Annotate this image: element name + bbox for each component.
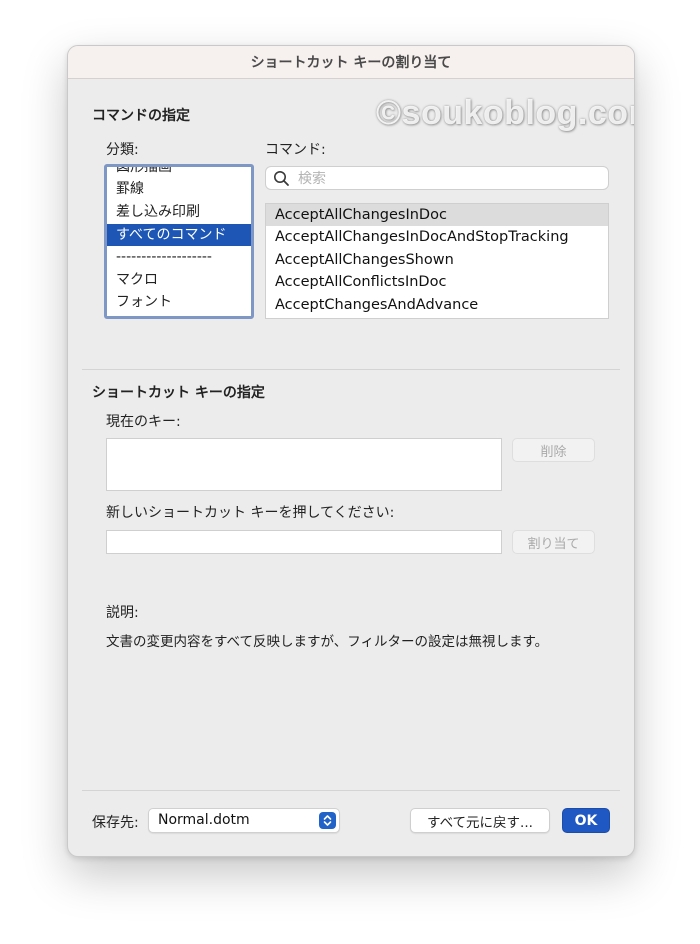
category-item-all-commands[interactable]: すべてのコマンド [107,224,251,246]
category-item-borders[interactable]: 罫線 [107,178,251,200]
search-icon [274,171,289,186]
description-label: 説明: [106,605,139,621]
commands-list[interactable]: AcceptAllChangesInDoc AcceptAllChangesIn… [265,203,609,319]
watermark: ©soukoblog.com [376,94,635,132]
shortcut-key-dialog: ショートカット キーの割り当て ©soukoblog.com コマンドの指定 分… [67,45,635,857]
commands-label: コマンド: [265,142,326,158]
window-title: ショートカット キーの割り当て [68,46,634,79]
categories-label: 分類: [106,142,139,158]
category-item-shape-drawing[interactable]: 図形描画 [107,167,251,178]
new-shortcut-key-input[interactable] [106,530,502,554]
command-item[interactable]: AcceptAllConflictsInDoc [266,271,608,293]
command-section-title: コマンドの指定 [92,108,190,124]
command-item[interactable]: AcceptAllChangesInDoc [266,204,608,226]
search-input[interactable] [296,169,600,189]
category-item-mail-merge[interactable]: 差し込み印刷 [107,201,251,223]
remove-button[interactable]: 削除 [512,438,595,462]
category-item-macros[interactable]: マクロ [107,269,251,291]
new-key-label: 新しいショートカット キーを押してください: [106,505,395,521]
current-keys-label: 現在のキー: [106,414,181,430]
ok-button[interactable]: OK [562,808,610,833]
up-down-chevron-icon [319,812,336,829]
assign-button[interactable]: 割り当て [512,530,595,554]
command-item[interactable]: AcceptAllChangesInDocAndStopTracking [266,226,608,248]
command-search-field[interactable] [265,166,609,190]
footer-divider [82,790,620,791]
save-in-value: Normal.dotm [158,812,250,828]
category-separator: ------------------- [116,249,212,265]
save-in-label: 保存先: [92,815,139,831]
categories-list[interactable]: 図形描画 罫線 差し込み印刷 すべてのコマンド ----------------… [104,164,254,319]
section-divider [82,369,620,370]
command-item[interactable]: AcceptAllChangesShown [266,249,608,271]
shortcut-section-title: ショートカット キーの指定 [92,385,265,401]
current-keys-list[interactable] [106,438,502,491]
command-item[interactable]: AcceptChangesAndAdvance [266,294,608,316]
save-in-popup[interactable]: Normal.dotm [148,808,340,833]
reset-all-button[interactable]: すべて元に戻す... [410,808,550,833]
category-item-fonts[interactable]: フォント [107,291,251,313]
description-text: 文書の変更内容をすべて反映しますが、フィルターの設定は無視します。 [106,634,549,650]
